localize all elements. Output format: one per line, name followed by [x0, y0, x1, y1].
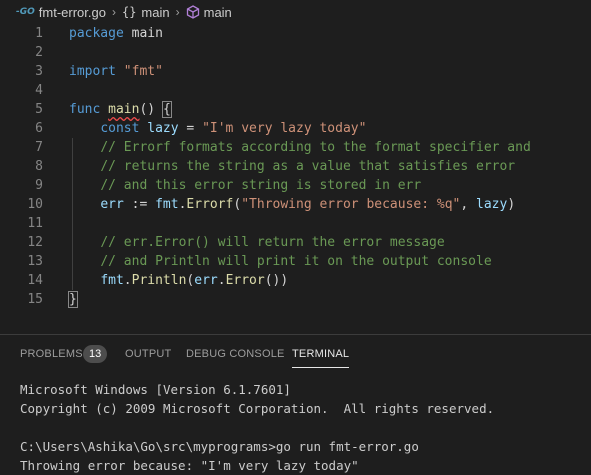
line-number: 10: [27, 197, 43, 212]
function-cube-icon: [186, 5, 200, 19]
code-text: err := fmt.Errorf("Throwing error becaus…: [100, 197, 516, 212]
chevron-right-icon: ›: [111, 5, 116, 19]
code-line[interactable]: 4: [0, 81, 591, 100]
problems-count-badge: 13: [83, 345, 108, 363]
tab-debug-console[interactable]: DEBUG CONSOLE: [186, 348, 285, 360]
breadcrumb-file[interactable]: fmt-error.go: [39, 5, 106, 20]
line-number: 5: [35, 102, 43, 117]
code-line[interactable]: 12 // err.Error() will return the error …: [0, 233, 591, 252]
tab-terminal[interactable]: TERMINAL: [292, 348, 350, 368]
namespace-icon: {}: [121, 5, 137, 19]
terminal-line: C:\Users\Ashika\Go\src\myprograms>go run…: [20, 439, 419, 454]
terminal-line: Copyright (c) 2009 Microsoft Corporation…: [20, 401, 495, 416]
code-editor[interactable]: 1 package main 2 3 import "fmt" 4 5 func main()…: [0, 24, 591, 334]
code-text: package main: [69, 26, 163, 41]
panel-divider: [0, 334, 591, 335]
line-number: 8: [35, 159, 43, 174]
chevron-right-icon: ›: [175, 5, 180, 19]
code-line[interactable]: 15}: [0, 290, 591, 309]
line-number: 4: [35, 83, 43, 98]
line-number: 3: [35, 64, 43, 79]
code-line[interactable]: 11: [0, 214, 591, 233]
go-file-icon: -GO: [16, 7, 35, 17]
code-text: fmt.Println(err.Error()): [100, 273, 289, 288]
code-line[interactable]: 10 err := fmt.Errorf("Throwing error bec…: [0, 195, 591, 214]
code-text: // and this error string is stored in er…: [100, 178, 422, 193]
code-text: import "fmt": [69, 64, 163, 79]
code-line[interactable]: 6 const lazy = "I'm very lazy today": [0, 119, 591, 138]
tab-output[interactable]: OUTPUT: [125, 348, 171, 360]
code-line[interactable]: 1 package main: [0, 24, 591, 43]
code-line[interactable]: 7 // Errorf formats according to the for…: [0, 138, 591, 157]
tab-problems[interactable]: PROBLEMS: [20, 348, 83, 360]
code-text: // err.Error() will return the error mes…: [100, 235, 445, 250]
line-number: 2: [35, 45, 43, 60]
terminal-output[interactable]: Microsoft Windows [Version 6.1.7601] Cop…: [20, 380, 494, 475]
line-number: 9: [35, 178, 43, 193]
line-number: 13: [27, 254, 43, 269]
code-text: const lazy = "I'm very lazy today": [100, 121, 367, 136]
code-line[interactable]: 13 // and Println will print it on the o…: [0, 252, 591, 271]
code-line[interactable]: 3 import "fmt": [0, 62, 591, 81]
code-text: }: [68, 291, 78, 308]
code-line[interactable]: 9 // and this error string is stored in …: [0, 176, 591, 195]
code-text: // Errorf formats according to the forma…: [100, 140, 531, 155]
panel-tabs: PROBLEMS 13 OUTPUT DEBUG CONSOLE TERMINA…: [0, 340, 591, 370]
code-text: func main() {: [69, 101, 172, 118]
line-number: 6: [35, 121, 43, 136]
breadcrumb-function[interactable]: main: [204, 5, 232, 20]
line-number: 15: [27, 292, 43, 307]
code-line[interactable]: 2: [0, 43, 591, 62]
line-number: 12: [27, 235, 43, 250]
code-text: // and Println will print it on the outp…: [100, 254, 492, 269]
terminal-line: Microsoft Windows [Version 6.1.7601]: [20, 382, 291, 397]
code-line[interactable]: 8 // returns the string as a value that …: [0, 157, 591, 176]
line-number: 7: [35, 140, 43, 155]
code-line[interactable]: 5 func main() {: [0, 100, 591, 119]
code-text: // returns the string as a value that sa…: [100, 159, 516, 174]
line-number: 1: [35, 26, 43, 41]
line-number: 14: [27, 273, 43, 288]
terminal-line: Throwing error because: "I'm very lazy t…: [20, 458, 359, 473]
breadcrumb-package[interactable]: main: [141, 5, 169, 20]
breadcrumb: -GO fmt-error.go › {} main › main: [0, 0, 591, 24]
code-line[interactable]: 14 fmt.Println(err.Error()): [0, 271, 591, 290]
line-number: 11: [27, 216, 43, 231]
